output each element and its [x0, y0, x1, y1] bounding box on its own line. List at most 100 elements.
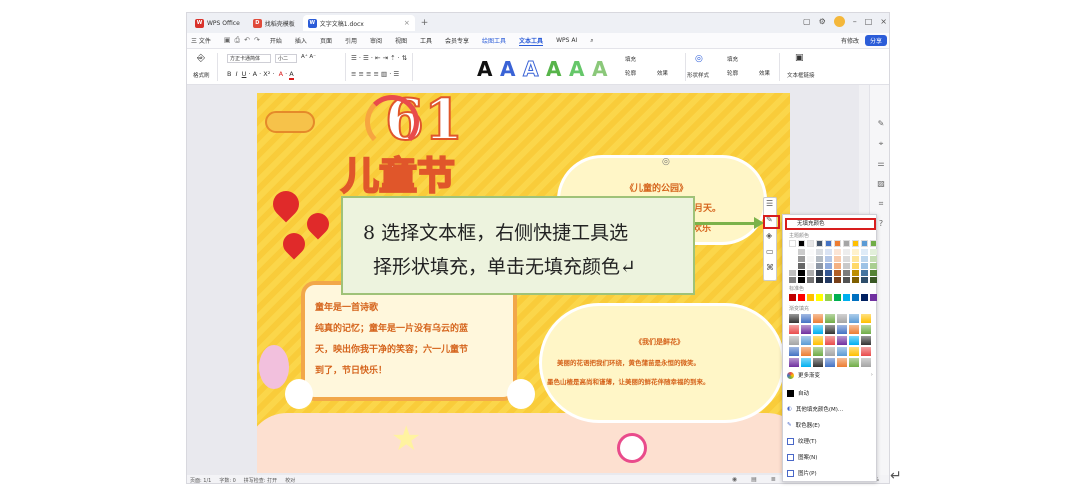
color-swatch[interactable] [798, 277, 805, 283]
text-effect-button[interactable]: 效果 [657, 69, 668, 77]
gradient-swatch[interactable] [837, 314, 847, 323]
wordart-style-1-icon[interactable]: A [477, 57, 492, 81]
gradient-swatch[interactable] [801, 325, 811, 334]
color-swatch[interactable] [852, 263, 859, 269]
color-swatch[interactable] [870, 294, 877, 301]
color-swatch[interactable] [798, 240, 805, 247]
undo-icon[interactable]: ↶ [244, 36, 250, 45]
paragraph-icons[interactable]: ☰ · ☰ · ⇤ ⇥ ⇡ · ⇅ [351, 54, 407, 62]
color-swatch[interactable] [816, 270, 823, 276]
color-swatch[interactable] [807, 294, 814, 301]
color-swatch[interactable] [816, 240, 823, 247]
color-swatch[interactable] [825, 263, 832, 269]
childhood-textbox[interactable] [301, 281, 517, 401]
gradient-swatch[interactable] [825, 325, 835, 334]
tab-document[interactable]: W 文字文稿1.docx × [302, 15, 415, 31]
color-swatch[interactable] [816, 277, 823, 283]
color-swatch[interactable] [852, 249, 859, 255]
more-gradient-option[interactable]: 更多渐变 › [787, 371, 873, 379]
tab-wps-office[interactable]: W WPS Office [190, 15, 245, 31]
gradient-swatch[interactable] [813, 347, 823, 356]
gradient-swatch[interactable] [861, 314, 871, 323]
wordart-style-2-icon[interactable]: A [500, 57, 515, 81]
textbox-handle-icon[interactable]: ◎ [662, 157, 670, 167]
color-swatch[interactable] [843, 256, 850, 262]
color-swatch[interactable] [807, 263, 814, 269]
menu-member[interactable]: 会员专享 [445, 36, 469, 45]
color-swatch[interactable] [789, 256, 796, 262]
gradient-swatch[interactable] [837, 347, 847, 356]
menu-drawing-tools[interactable]: 绘图工具 [482, 36, 506, 45]
gradient-swatch[interactable] [849, 358, 859, 367]
minimize-icon[interactable]: – [853, 17, 857, 26]
image-icon[interactable]: ▨ [876, 179, 886, 189]
wordart-style-4-icon[interactable]: A [546, 57, 561, 81]
color-swatch[interactable] [816, 263, 823, 269]
edit-status[interactable]: 有修改 [841, 36, 859, 45]
gradient-swatch[interactable] [801, 358, 811, 367]
color-swatch[interactable] [834, 240, 841, 247]
menu-page[interactable]: 页面 [320, 36, 332, 45]
format-painter-icon[interactable]: ⎆ [197, 53, 205, 64]
wordart-style-5-icon[interactable]: A [569, 57, 584, 81]
gradient-swatch[interactable] [789, 325, 799, 334]
gradient-swatch[interactable] [837, 325, 847, 334]
color-swatch[interactable] [825, 249, 832, 255]
color-swatch[interactable] [861, 270, 868, 276]
textbox-link-button[interactable]: 文本框链接 [787, 71, 815, 79]
other-fill-option[interactable]: ◐ 其他填充颜色(M)... [787, 405, 843, 413]
new-tab-button[interactable]: + [421, 18, 429, 28]
color-swatch[interactable] [807, 277, 814, 283]
settings-icon[interactable]: ⚙ [819, 17, 826, 26]
color-swatch[interactable] [798, 270, 805, 276]
textbox-link-icon[interactable]: ▣ [795, 53, 804, 63]
color-swatch[interactable] [825, 240, 832, 247]
color-swatch[interactable] [807, 249, 814, 255]
quick-tool-layout-icon[interactable]: ☰ [766, 199, 773, 208]
shape-style-button[interactable]: 形状样式 [687, 71, 709, 79]
font-size-select[interactable]: 小二 [275, 54, 297, 63]
color-swatch[interactable] [834, 263, 841, 269]
close-icon[interactable]: × [404, 19, 410, 27]
eyedropper-option[interactable]: ✎ 取色器(E) [787, 421, 820, 429]
color-swatch[interactable] [816, 256, 823, 262]
color-swatch[interactable] [825, 256, 832, 262]
align-icons[interactable]: ≡ ≡ ≡ ≡ ▥ · ☰ [351, 70, 399, 78]
gradient-swatch[interactable] [825, 314, 835, 323]
maximize-icon[interactable]: □ [865, 17, 873, 26]
quick-tool-outline-icon[interactable]: ▭ [766, 247, 774, 256]
color-swatch[interactable] [825, 270, 832, 276]
color-swatch[interactable] [870, 249, 877, 255]
wordart-style-3-icon[interactable]: A [522, 57, 539, 82]
menu-view[interactable]: 视图 [395, 36, 407, 45]
save-icon[interactable]: ▣ [224, 36, 231, 45]
color-swatch[interactable] [807, 240, 814, 247]
color-swatch[interactable] [834, 270, 841, 276]
text-fill-button[interactable]: 填充 [625, 55, 636, 63]
gradient-swatch[interactable] [849, 314, 859, 323]
color-swatch[interactable] [834, 294, 841, 301]
wordart-style-6-icon[interactable]: A [592, 57, 607, 81]
format-painter-button[interactable]: 格式刷 [193, 71, 210, 79]
spell-check[interactable]: 拼写检查: 打开 [244, 477, 277, 484]
color-swatch[interactable] [870, 263, 877, 269]
gradient-swatch[interactable] [813, 358, 823, 367]
menu-file[interactable]: 三 文件 [191, 36, 211, 45]
gradient-swatch[interactable] [849, 325, 859, 334]
color-swatch[interactable] [870, 256, 877, 262]
color-swatch[interactable] [843, 240, 850, 247]
color-swatch[interactable] [852, 240, 859, 247]
color-swatch[interactable] [807, 270, 814, 276]
gradient-swatch[interactable] [849, 336, 859, 345]
color-swatch[interactable] [870, 277, 877, 283]
color-swatch[interactable] [834, 277, 841, 283]
menu-start[interactable]: 开始 [270, 36, 282, 45]
gradient-swatch[interactable] [849, 347, 859, 356]
gradient-swatch[interactable] [861, 347, 871, 356]
color-swatch[interactable] [825, 294, 832, 301]
gradient-swatch[interactable] [861, 358, 871, 367]
color-swatch[interactable] [843, 277, 850, 283]
color-swatch[interactable] [816, 294, 823, 301]
color-swatch[interactable] [789, 270, 796, 276]
color-swatch[interactable] [843, 270, 850, 276]
